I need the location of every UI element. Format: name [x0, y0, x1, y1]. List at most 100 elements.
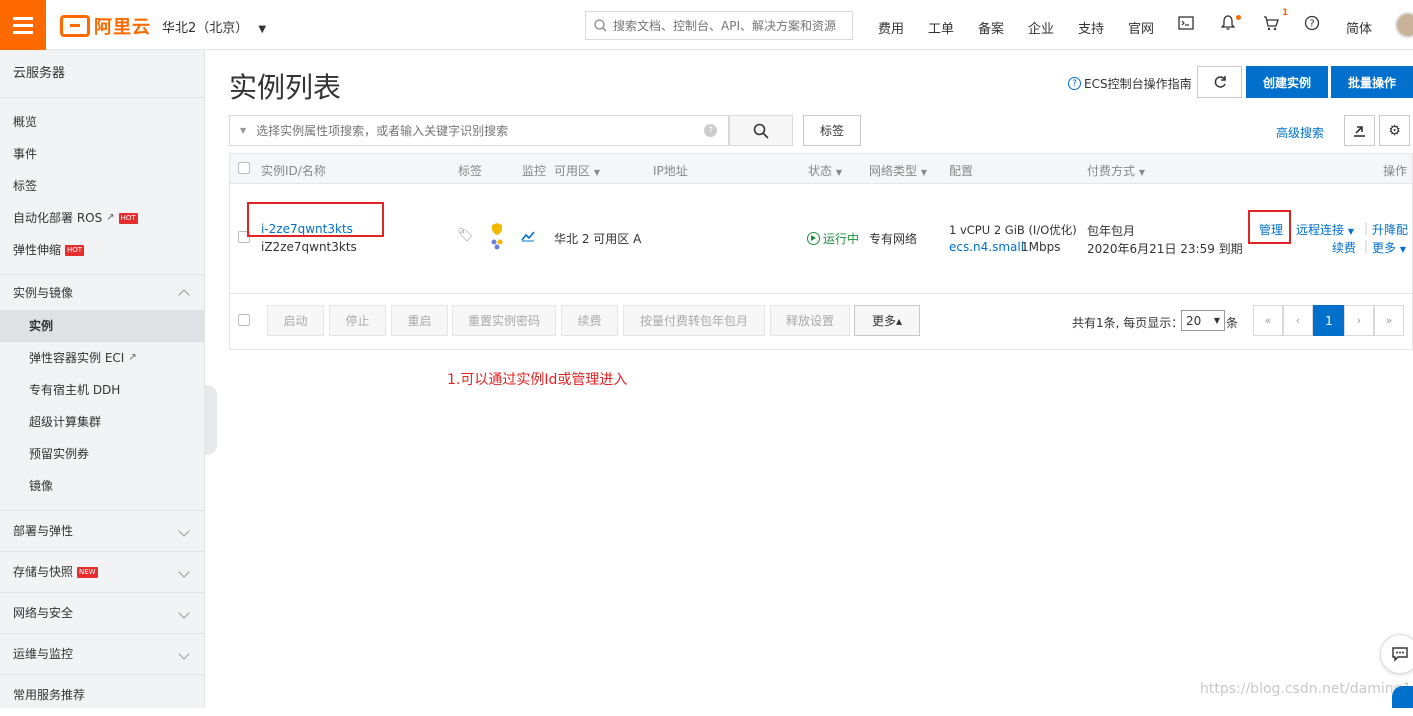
caret-down-icon: ▼: [258, 24, 267, 35]
header-zone[interactable]: 可用区 ▼: [554, 162, 600, 179]
region-selector[interactable]: 华北2（北京） ▼: [162, 17, 266, 36]
header-actions: 操作: [1383, 164, 1408, 178]
header-ip: IP地址: [653, 164, 688, 178]
renew-link[interactable]: 续费: [1332, 239, 1356, 256]
nav-fees[interactable]: 费用: [878, 18, 904, 37]
cart-icon[interactable]: [1262, 14, 1280, 32]
monitor-chart-icon[interactable]: [521, 230, 535, 245]
console-guide-link[interactable]: ? ECS控制台操作指南: [1068, 75, 1192, 92]
header-status[interactable]: 状态 ▼: [808, 162, 842, 179]
settings-button[interactable]: ⚙: [1379, 115, 1410, 146]
create-instance-button[interactable]: 创建实例: [1246, 66, 1328, 98]
tag-icon[interactable]: 🏷: [457, 228, 474, 243]
convert-billing-button[interactable]: 按量付费转包年包月: [623, 305, 765, 336]
sidebar-item-instances[interactable]: 实例: [0, 310, 204, 342]
export-button[interactable]: [1344, 115, 1375, 146]
nav-website[interactable]: 官网: [1128, 18, 1154, 37]
remote-connect-link[interactable]: 远程连接 ▼: [1296, 221, 1354, 238]
sidebar-item-tags[interactable]: 标签: [0, 170, 204, 202]
language-switch[interactable]: 简体: [1346, 18, 1372, 37]
instance-search-button[interactable]: [729, 115, 793, 146]
chevron-up-icon: [178, 288, 190, 301]
qr-code-icon[interactable]: [1392, 686, 1413, 708]
refresh-icon: [1214, 76, 1226, 88]
nav-enterprise[interactable]: 企业: [1028, 18, 1054, 37]
header-billing[interactable]: 付费方式 ▼: [1087, 162, 1145, 179]
select-all-checkbox[interactable]: [238, 162, 250, 174]
renew-button[interactable]: 续费: [561, 305, 618, 336]
release-settings-button[interactable]: 释放设置: [770, 305, 850, 336]
sidebar-item-label: 弹性伸缩: [13, 243, 62, 257]
sidebar-item-label: 弹性容器实例 ECI: [29, 351, 125, 365]
terminal-icon[interactable]: [1177, 14, 1195, 32]
next-page-button[interactable]: ›: [1344, 305, 1374, 336]
caret-down-icon[interactable]: ▼: [240, 126, 246, 135]
upgrade-link[interactable]: 升降配: [1372, 221, 1408, 238]
sidebar-item-ros[interactable]: 自动化部署 ROS ↗ HOT: [0, 202, 204, 234]
more-button[interactable]: 更多▴: [854, 305, 920, 336]
sidebar-item-reserved[interactable]: 预留实例券: [0, 438, 204, 470]
sidebar-group-network[interactable]: 网络与安全: [0, 592, 204, 633]
chat-icon[interactable]: [1380, 634, 1413, 674]
search-icon: [753, 123, 769, 139]
help-circle-icon[interactable]: ?: [704, 124, 718, 137]
bell-icon[interactable]: [1219, 14, 1237, 32]
caret-down-icon: ▼: [835, 168, 842, 177]
sidebar-item-ddh[interactable]: 专有宿主机 DDH: [0, 374, 204, 406]
start-button[interactable]: 启动: [267, 305, 324, 336]
sidebar-group-ops[interactable]: 运维与监控: [0, 633, 204, 674]
svg-text:?: ?: [1309, 19, 1314, 30]
aliyun-logo[interactable]: 阿里云: [60, 13, 151, 39]
sidebar-item-autoscaling[interactable]: 弹性伸缩 HOT: [0, 234, 204, 266]
security-shield-icon: [490, 222, 504, 253]
stop-button[interactable]: 停止: [329, 305, 386, 336]
hot-badge: HOT: [65, 244, 85, 256]
sidebar-group-storage[interactable]: 存储与快照 NEW: [0, 551, 204, 592]
nav-support[interactable]: 支持: [1078, 18, 1104, 37]
reset-password-button[interactable]: 重置实例密码: [452, 305, 556, 336]
sidebar-group-recommend[interactable]: 常用服务推荐: [0, 674, 204, 715]
header-instance-id: 实例ID/名称: [261, 164, 326, 178]
menu-icon[interactable]: [0, 0, 46, 50]
caret-down-icon: ▼: [1213, 316, 1220, 325]
sidebar-group-instances[interactable]: 实例与镜像: [0, 274, 204, 310]
nav-icp[interactable]: 备案: [978, 18, 1004, 37]
page-size-select[interactable]: 20 ▼: [1181, 310, 1225, 331]
first-page-button[interactable]: «: [1253, 305, 1283, 336]
more-actions-link[interactable]: 更多 ▼: [1372, 239, 1406, 256]
footer-select-all-checkbox[interactable]: [238, 314, 250, 326]
page-size-value: 20: [1186, 313, 1202, 328]
sidebar-collapse-handle[interactable]: [205, 385, 217, 455]
sidebar-item-events[interactable]: 事件: [0, 138, 204, 170]
sidebar-item-images[interactable]: 镜像: [0, 470, 204, 502]
advanced-search-link[interactable]: 高级搜索: [1276, 124, 1324, 141]
global-search[interactable]: [585, 11, 853, 40]
sidebar-item-scc[interactable]: 超级计算集群: [0, 406, 204, 438]
chevron-down-icon: [178, 648, 190, 660]
sidebar-item-eci[interactable]: 弹性容器实例 ECI ↗: [0, 342, 204, 374]
sidebar-item-label: 专有宿主机 DDH: [29, 383, 121, 397]
sidebar-group-label-wrap: 存储与快照 NEW: [13, 552, 98, 593]
header-network[interactable]: 网络类型 ▼: [869, 162, 927, 179]
sidebar-item-overview[interactable]: 概览: [0, 106, 204, 138]
header-zone-label: 可用区: [554, 164, 591, 178]
sidebar-item-label: 概览: [13, 115, 38, 129]
prev-page-button[interactable]: ‹: [1283, 305, 1313, 336]
user-avatar[interactable]: [1395, 12, 1413, 38]
tag-filter-button[interactable]: 标签: [803, 115, 861, 146]
help-icon[interactable]: ?: [1303, 14, 1321, 32]
batch-operation-button[interactable]: 批量操作: [1331, 66, 1413, 98]
nav-ticket[interactable]: 工单: [928, 18, 954, 37]
page-1-button[interactable]: 1: [1313, 305, 1345, 336]
global-search-input[interactable]: [613, 18, 843, 33]
sidebar-group-deploy[interactable]: 部署与弹性: [0, 510, 204, 551]
restart-button[interactable]: 重启: [391, 305, 448, 336]
status-label: 运行中: [823, 232, 860, 246]
sidebar-group-label: 实例与镜像: [13, 285, 74, 300]
last-page-button[interactable]: »: [1374, 305, 1404, 336]
instance-type-link[interactable]: ecs.n4.small: [949, 240, 1024, 254]
refresh-button[interactable]: [1197, 66, 1242, 98]
caret-down-icon: ▼: [1347, 227, 1354, 236]
instance-search-input[interactable]: [256, 123, 697, 138]
instance-search-bar[interactable]: ▼ ?: [229, 115, 729, 146]
